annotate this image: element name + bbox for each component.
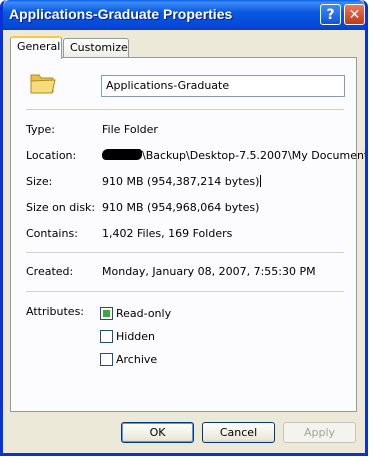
apply-button[interactable]: Apply — [283, 422, 356, 443]
title-bar[interactable]: Applications-Graduate Properties ? ✕ — [3, 0, 365, 30]
window-title: Applications-Graduate Properties — [9, 6, 233, 22]
properties-dialog: Applications-Graduate Properties ? ✕ Gen… — [0, 0, 368, 456]
read-only-checkbox[interactable]: Read-only — [100, 306, 171, 320]
close-icon: ✕ — [348, 6, 361, 23]
size-value: 910 MB (954,387,214 bytes) — [102, 175, 260, 188]
separator — [26, 252, 344, 253]
close-button[interactable]: ✕ — [344, 4, 365, 25]
hidden-checkbox[interactable]: Hidden — [100, 329, 155, 343]
archive-label: Archive — [116, 352, 158, 366]
separator — [26, 291, 344, 292]
tab-customize[interactable]: Customize — [63, 38, 129, 58]
read-only-label: Read-only — [116, 306, 172, 320]
type-label: Type: — [26, 123, 55, 136]
contains-value: 1,402 Files, 169 Folders — [102, 227, 233, 240]
folder-name-input[interactable]: Applications-Graduate — [101, 75, 345, 97]
size-on-disk-label: Size on disk: — [26, 201, 96, 214]
folder-icon — [30, 74, 56, 94]
checkbox-box — [100, 352, 113, 366]
text-caret — [260, 175, 262, 187]
attributes-label: Attributes: — [26, 305, 85, 318]
checkbox-box — [100, 306, 113, 320]
archive-checkbox[interactable]: Archive — [100, 352, 157, 366]
hidden-label: Hidden — [116, 329, 156, 343]
help-button[interactable]: ? — [320, 4, 341, 25]
contains-label: Contains: — [26, 227, 78, 240]
checkbox-box — [100, 329, 113, 343]
location-label: Location: — [26, 149, 77, 162]
separator — [26, 109, 344, 110]
general-panel: Applications-Graduate Type: File Folder … — [10, 57, 365, 412]
created-value: Monday, January 08, 2007, 7:55:30 PM — [102, 265, 316, 278]
created-label: Created: — [26, 265, 74, 278]
location-path: \Backup\Desktop-7.5.2007\My Documents — [142, 149, 368, 162]
indeterminate-fill — [103, 309, 110, 317]
size-on-disk-value: 910 MB (954,968,064 bytes) — [102, 201, 260, 214]
help-icon: ? — [326, 6, 335, 23]
location-value: \Backup\Desktop-7.5.2007\My Documents — [102, 149, 368, 162]
ok-button[interactable]: OK — [121, 422, 194, 443]
type-value: File Folder — [102, 123, 158, 136]
redaction-mark — [102, 149, 142, 160]
tab-general[interactable]: General — [10, 36, 62, 59]
size-label: Size: — [26, 175, 53, 188]
cancel-button[interactable]: Cancel — [202, 422, 275, 443]
size-value-field[interactable]: 910 MB (954,387,214 bytes) — [102, 175, 262, 188]
